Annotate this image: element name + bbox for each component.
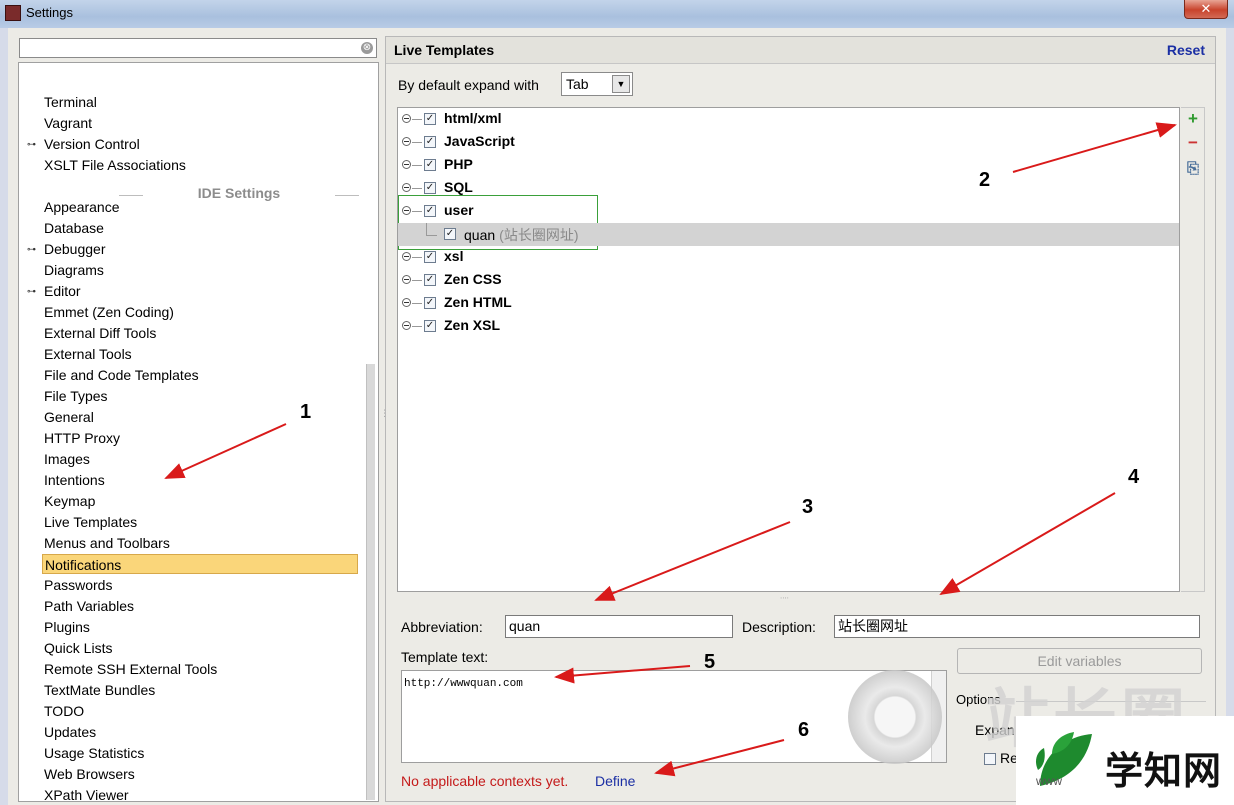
annotation-number-5: 5 [704,651,716,673]
annotation-arrow-4 [939,492,1116,596]
annotation-number-4: 4 [1128,466,1140,488]
annotation-number-1: 1 [300,401,312,423]
annotation-arrow-3 [594,521,791,601]
annotation-number-3: 3 [802,496,814,518]
annotation-arrows [164,122,1177,777]
annotation-number-2: 2 [979,169,991,191]
annotation-arrow-2 [1012,122,1177,173]
logo-text: 学知网 [1105,751,1223,793]
annotation-arrow-5 [554,665,691,684]
site-logo: 学知网 www [1016,716,1234,805]
annotation-arrow-1 [164,423,287,479]
annotation-arrow-6 [654,739,785,777]
logo-www: www [1036,774,1062,788]
annotation-number-6: 6 [798,719,810,741]
